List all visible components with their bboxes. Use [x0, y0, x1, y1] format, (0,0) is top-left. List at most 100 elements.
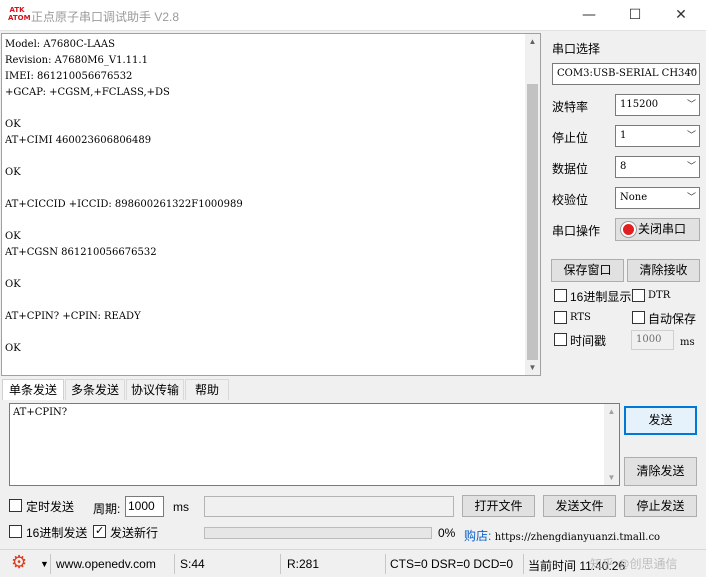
- baud-label: 波特率: [552, 100, 589, 114]
- send-newline-label: 发送新行: [110, 526, 159, 540]
- status-separator: [385, 554, 386, 574]
- period-value[interactable]: 1000: [128, 499, 155, 513]
- receive-area[interactable]: Model: A7680C-LAAS Revision: A7680M6_V1.1…: [1, 33, 541, 376]
- stopbits-value: 1: [620, 130, 627, 141]
- window-title: 正点原子串口调试助手 V2.8: [31, 10, 180, 24]
- port-select[interactable]: COM3:USB-SERIAL CH340 ﹀: [552, 63, 700, 85]
- receive-line: AT+CGSN 861210056676532: [5, 247, 157, 258]
- send-input[interactable]: AT+CPIN? ▲ ▼: [9, 403, 620, 486]
- save-window-button[interactable]: 保存窗口: [551, 259, 624, 282]
- tab-single-send[interactable]: 单条发送: [2, 379, 64, 400]
- receive-line: [5, 293, 525, 309]
- send-newline-checkbox[interactable]: [93, 524, 106, 538]
- parity-label: 校验位: [552, 193, 589, 207]
- chevron-down-icon: ﹀: [686, 162, 696, 172]
- receive-line: [5, 149, 525, 165]
- timestamp-input[interactable]: 1000: [631, 330, 674, 350]
- receive-line: [5, 181, 525, 197]
- timestamp-value: 1000: [636, 334, 662, 345]
- databits-label: 数据位: [552, 162, 589, 176]
- send-progress-bar: [204, 527, 432, 539]
- close-icon[interactable]: ✕: [658, 0, 704, 31]
- scroll-down-icon[interactable]: ▼: [525, 360, 540, 375]
- period-unit: ms: [173, 500, 189, 514]
- watermark: 知乎 @创思通信: [590, 557, 678, 571]
- send-button[interactable]: 发送: [624, 406, 697, 435]
- dtr-label: DTR: [648, 290, 671, 301]
- receive-line: +GCAP: +CGSM,+FCLASS,+DS: [5, 87, 170, 98]
- send-text[interactable]: AT+CPIN?: [13, 407, 67, 418]
- title-bar: ATK ATOM 正点原子串口调试助手 V2.8 — ☐ ✕: [0, 0, 706, 31]
- chevron-down-icon: ﹀: [686, 193, 696, 203]
- baud-select[interactable]: 115200 ﹀: [615, 94, 700, 116]
- maximize-icon[interactable]: ☐: [612, 0, 658, 31]
- hex-send-checkbox[interactable]: [9, 525, 22, 538]
- receive-line: OK: [5, 167, 21, 178]
- chevron-down-icon: ﹀: [686, 69, 696, 79]
- hex-display-checkbox[interactable]: [554, 289, 567, 302]
- progress-text: 0%: [438, 526, 456, 540]
- app-logo-icon: ATK ATOM: [8, 6, 31, 22]
- stopbits-select[interactable]: 1 ﹀: [615, 125, 700, 147]
- tab-protocol[interactable]: 协议传输: [126, 379, 184, 400]
- clear-send-button[interactable]: 清除发送: [624, 457, 697, 486]
- close-port-button[interactable]: 关闭串口: [615, 218, 700, 241]
- parity-value: None: [620, 192, 648, 203]
- stopbits-label: 停止位: [552, 131, 589, 145]
- receive-line: AT+CPIN? +CPIN: READY: [5, 311, 141, 322]
- receive-line: AT+CIMI 460023606806489: [5, 135, 152, 146]
- receive-line: [5, 261, 525, 277]
- send-scrollbar[interactable]: ▲ ▼: [604, 404, 619, 485]
- auto-save-checkbox[interactable]: [632, 311, 645, 324]
- status-separator: [174, 554, 175, 574]
- auto-save-label: 自动保存: [648, 312, 697, 326]
- scroll-thumb[interactable]: [527, 84, 538, 360]
- timestamp-checkbox[interactable]: [554, 333, 567, 346]
- period-input[interactable]: 1000: [125, 496, 164, 517]
- timed-send-checkbox[interactable]: [9, 499, 22, 512]
- line-signals: CTS=0 DSR=0 DCD=0: [390, 557, 514, 571]
- clear-receive-button[interactable]: 清除接收: [627, 259, 700, 282]
- file-path-input[interactable]: [204, 496, 454, 517]
- dtr-checkbox[interactable]: [632, 289, 645, 302]
- shop-link[interactable]: 购店: https://zhengdianyuanzi.tmall.co: [464, 527, 660, 544]
- receive-line: [5, 325, 525, 341]
- sent-count: S:44: [180, 557, 205, 571]
- port-value: COM3:USB-SERIAL CH340: [557, 68, 698, 79]
- receive-line: OK: [5, 279, 21, 290]
- received-count: R:281: [287, 557, 320, 571]
- website-label[interactable]: www.openedv.com: [56, 557, 156, 571]
- receive-line: IMEI: 861210056676532: [5, 71, 133, 82]
- status-separator: [523, 554, 524, 574]
- scroll-up-icon[interactable]: ▲: [604, 404, 619, 419]
- receive-line: OK: [5, 343, 21, 354]
- tab-multi-send[interactable]: 多条发送: [65, 379, 125, 400]
- receive-line: AT+CICCID +ICCID: 898600261322F1000989: [5, 199, 243, 210]
- shop-url[interactable]: https://zhengdianyuanzi.tmall.co: [495, 532, 660, 543]
- databits-select[interactable]: 8 ﹀: [615, 156, 700, 178]
- receive-line: Revision: A7680M6_V1.11.1: [5, 55, 148, 66]
- scroll-up-icon[interactable]: ▲: [525, 34, 540, 49]
- receive-line: Model: A7680C-LAAS: [5, 39, 115, 50]
- close-port-label: 关闭串口: [638, 222, 687, 236]
- open-file-button[interactable]: 打开文件: [462, 495, 535, 517]
- timestamp-unit: ms: [680, 337, 695, 348]
- parity-select[interactable]: None ﹀: [615, 187, 700, 209]
- receive-text[interactable]: Model: A7680C-LAAS Revision: A7680M6_V1.1…: [5, 37, 525, 373]
- stop-send-button[interactable]: 停止发送: [624, 495, 697, 517]
- shop-label: 购店:: [464, 529, 492, 543]
- minimize-icon[interactable]: —: [566, 0, 612, 31]
- hex-display-label: 16进制显示: [570, 290, 632, 304]
- period-label: 周期:: [93, 502, 121, 516]
- tab-help[interactable]: 帮助: [185, 379, 229, 400]
- gear-icon[interactable]: ⚙: [11, 552, 27, 573]
- receive-line: OK: [5, 231, 21, 242]
- status-separator: [50, 554, 51, 574]
- scroll-down-icon[interactable]: ▼: [604, 470, 619, 485]
- settings-dropdown-icon[interactable]: ▼: [40, 559, 49, 569]
- receive-scrollbar[interactable]: ▲ ▼: [525, 34, 540, 375]
- baud-value: 115200: [620, 99, 659, 110]
- serial-op-label: 串口操作: [552, 224, 601, 238]
- rts-checkbox[interactable]: [554, 311, 567, 324]
- send-file-button[interactable]: 发送文件: [543, 495, 616, 517]
